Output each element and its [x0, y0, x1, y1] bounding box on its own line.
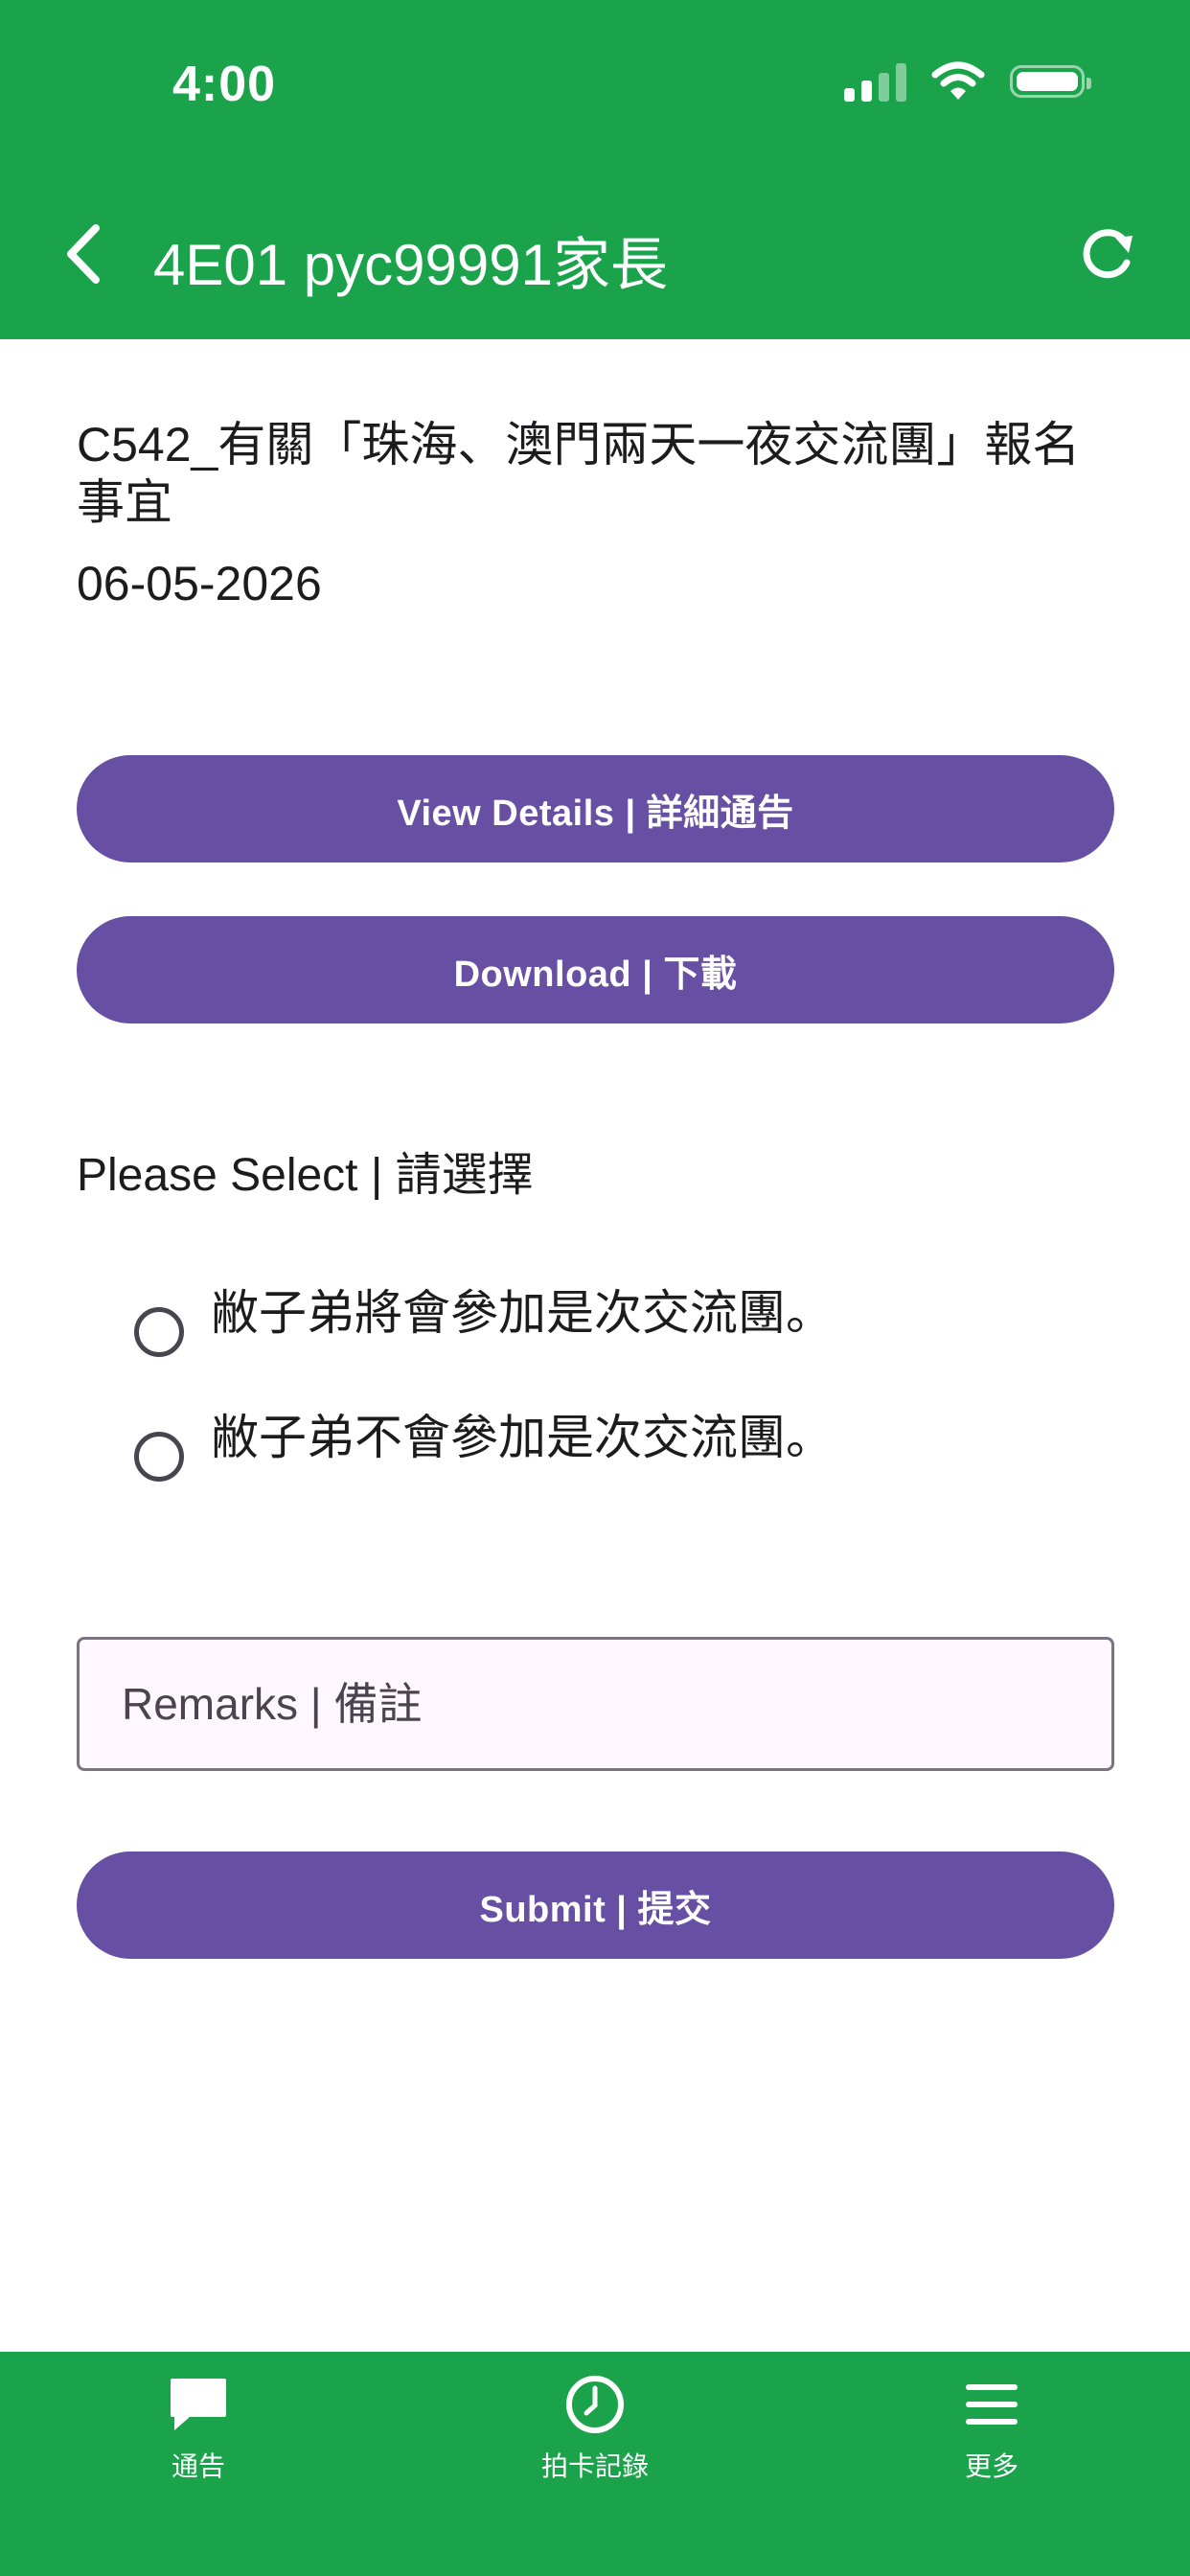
tab-more[interactable]: 更多	[793, 2352, 1190, 2576]
app-header: 4:00 4E01 pyc99991家長	[0, 0, 1190, 339]
radio-option-not-attend[interactable]: 敝子弟不會參加是次交流團。	[134, 1399, 834, 1482]
radio-option-attend[interactable]: 敝子弟將會參加是次交流團。	[134, 1275, 834, 1357]
chat-bubble-icon	[171, 2379, 226, 2430]
wifi-icon	[931, 61, 985, 100]
battery-icon	[1010, 65, 1091, 98]
remarks-input[interactable]	[77, 1637, 1114, 1771]
refresh-icon[interactable]	[1077, 222, 1140, 286]
tab-notices[interactable]: 通告	[0, 2352, 397, 2576]
status-icons	[844, 61, 1091, 102]
download-button[interactable]: Download | 下載	[77, 916, 1114, 1024]
notice-date: 06-05-2026	[77, 557, 322, 610]
page-title: 4E01 pyc99991家長	[153, 233, 669, 297]
view-details-button[interactable]: View Details | 詳細通告	[77, 755, 1114, 862]
radio-option-label: 敝子弟將會參加是次交流團。	[211, 1286, 834, 1340]
tab-label: 更多	[964, 2451, 1018, 2481]
notice-title: C542_有關「珠海、澳門兩天一夜交流團」報名事宜	[77, 418, 1081, 529]
bottom-tab-bar: 通告 拍卡記錄 更多	[0, 2352, 1190, 2576]
radio-option-label: 敝子弟不會參加是次交流團。	[211, 1411, 834, 1464]
radio-button[interactable]	[134, 1307, 184, 1357]
clock-icon	[566, 2376, 624, 2433]
radio-button[interactable]	[134, 1432, 184, 1482]
select-label: Please Select | 請選擇	[77, 1150, 534, 1201]
tab-label: 拍卡記錄	[540, 2451, 649, 2481]
menu-icon	[966, 2384, 1018, 2425]
notice-info: C542_有關「珠海、澳門兩天一夜交流團」報名事宜 06-05-2026	[77, 339, 1114, 611]
submit-button[interactable]: Submit | 提交	[77, 1852, 1114, 1959]
cellular-signal-icon	[844, 61, 906, 102]
status-time: 4:00	[172, 57, 277, 112]
back-chevron-icon[interactable]	[57, 220, 109, 288]
tab-label: 通告	[171, 2451, 225, 2481]
tab-card-records[interactable]: 拍卡記錄	[397, 2352, 793, 2576]
